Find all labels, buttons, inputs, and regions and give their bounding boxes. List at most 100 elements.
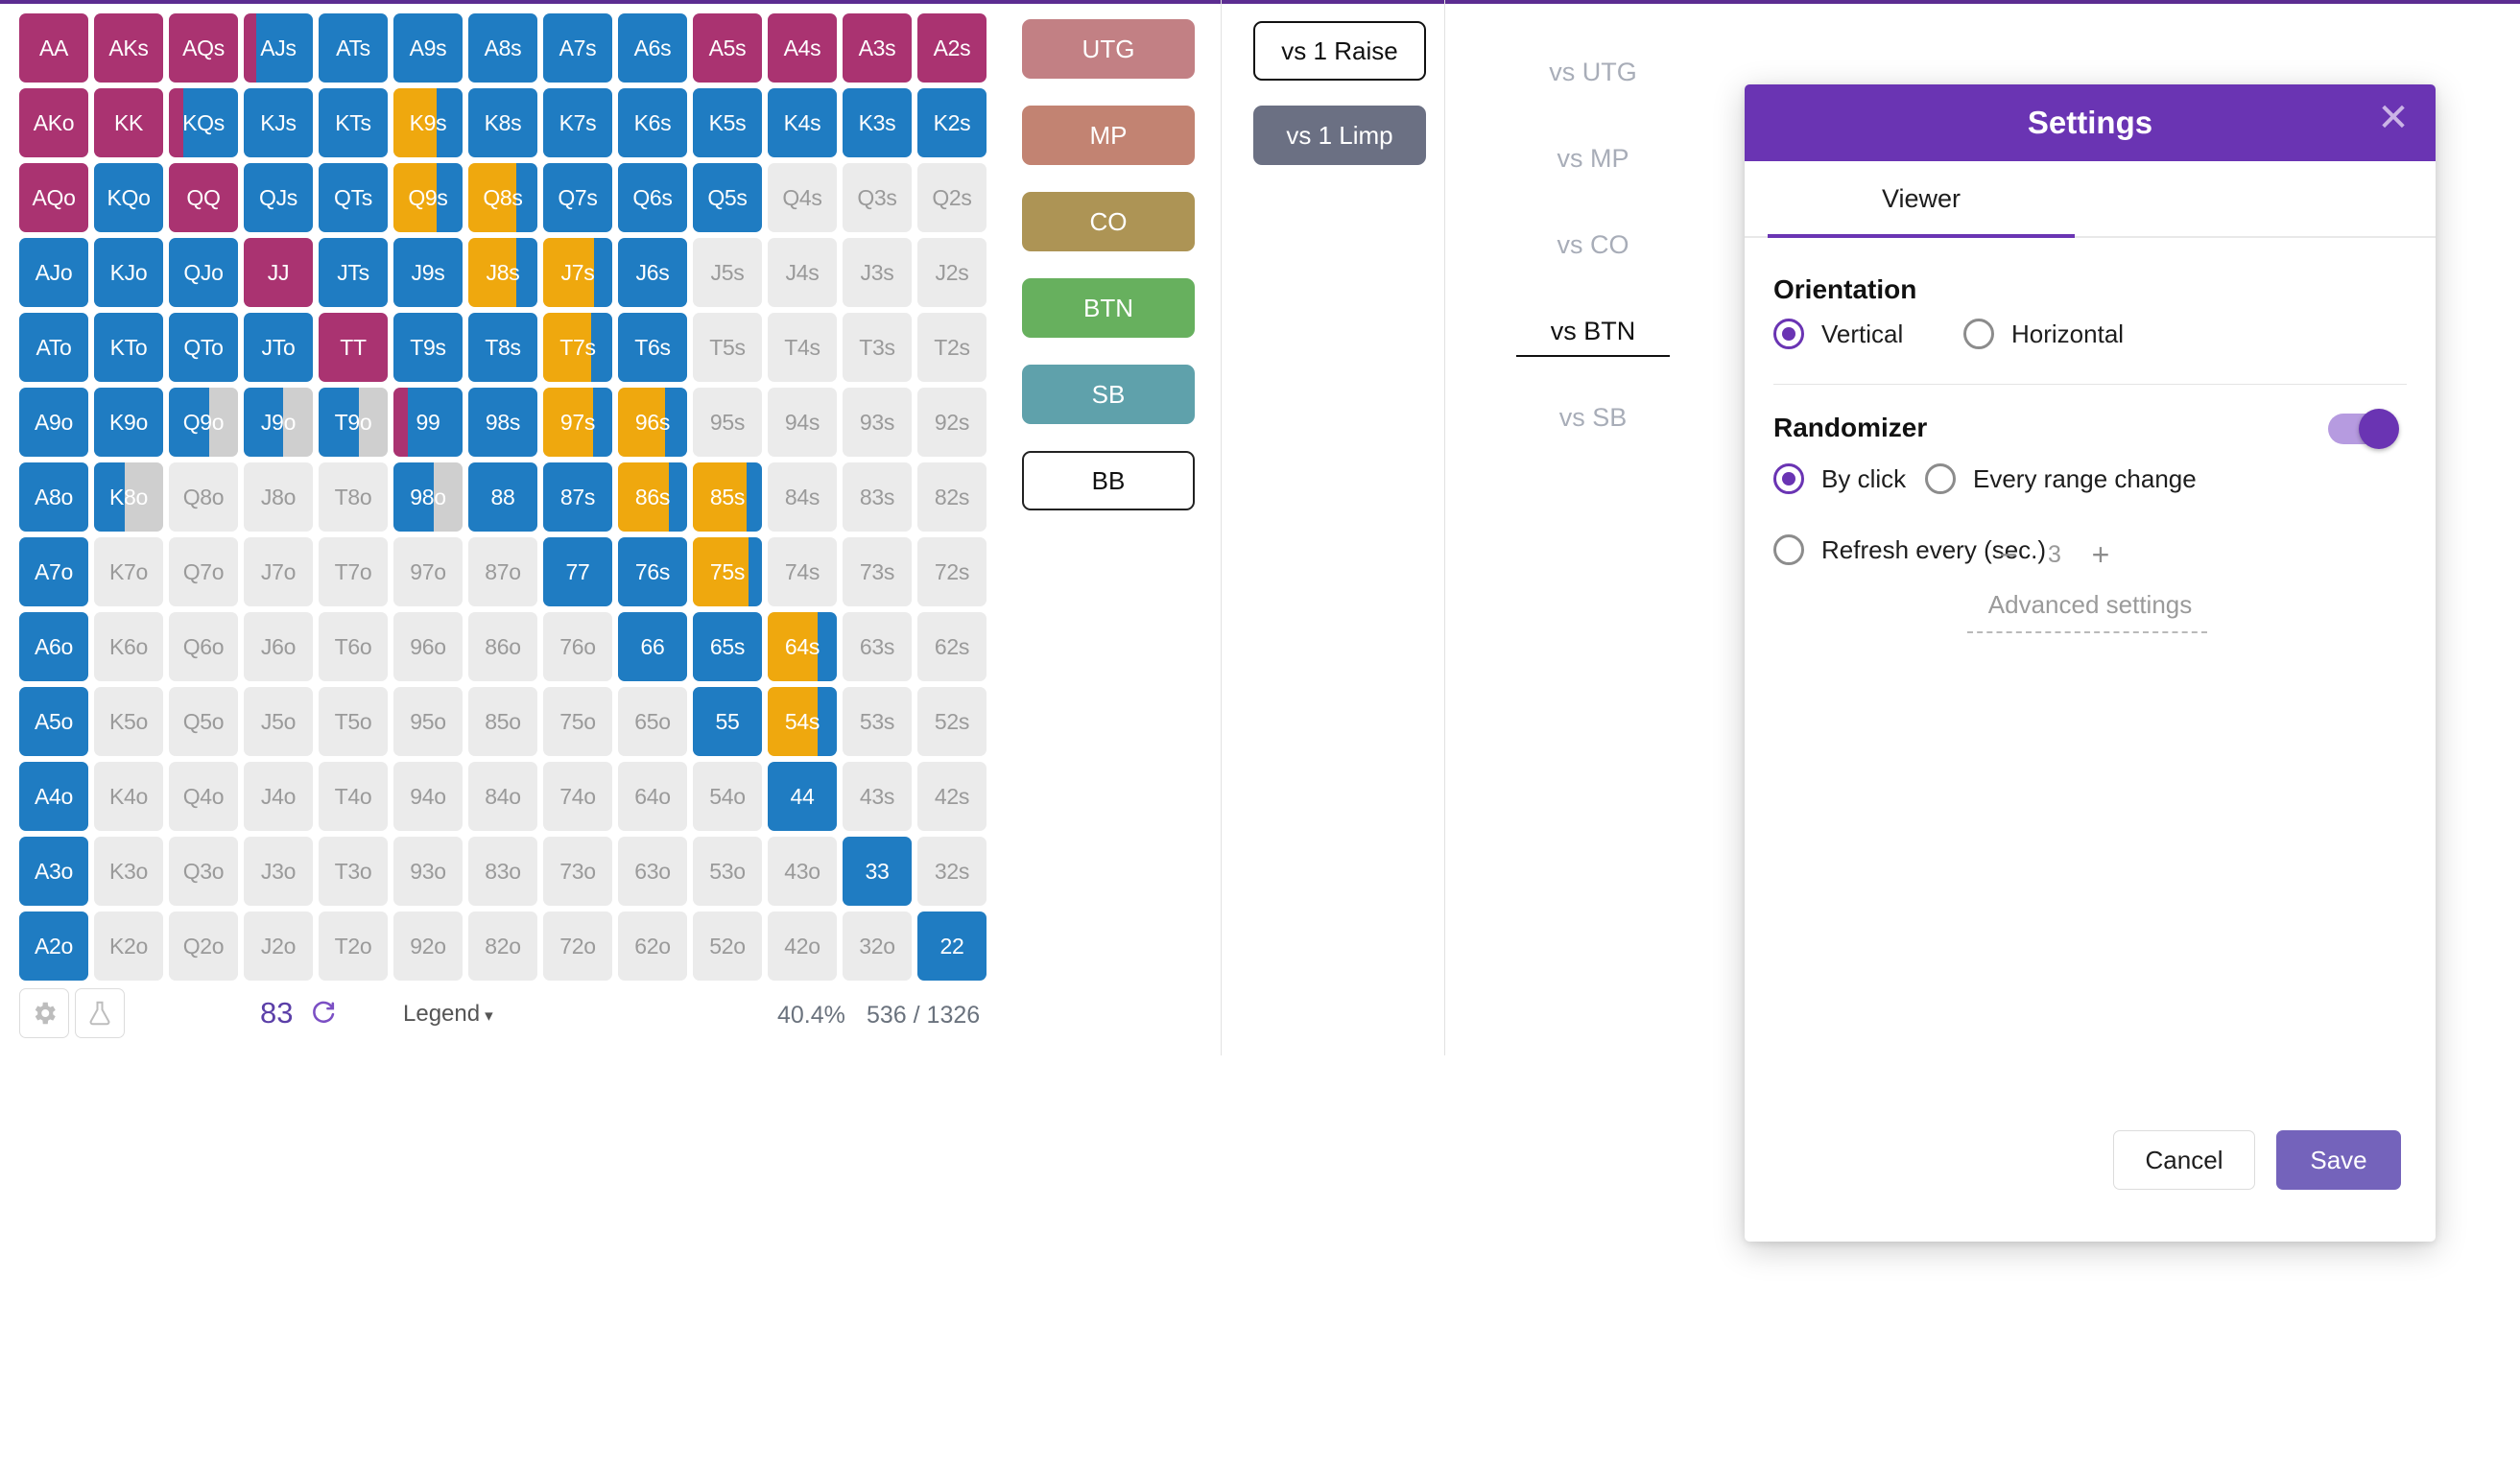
hand-cell-KK[interactable]: KK [94, 88, 163, 157]
vs-option-vs-mp[interactable]: vs MP [1497, 115, 1689, 201]
hand-cell-T9o[interactable]: T9o [319, 388, 388, 457]
vs-option-vs-co[interactable]: vs CO [1497, 201, 1689, 288]
hand-cell-J3o[interactable]: J3o [244, 837, 313, 906]
hand-cell-22[interactable]: 22 [917, 912, 987, 981]
hand-cell-66[interactable]: 66 [618, 612, 687, 681]
hand-cell-KJo[interactable]: KJo [94, 238, 163, 307]
hand-cell-T9s[interactable]: T9s [393, 313, 463, 382]
hand-cell-85o[interactable]: 85o [468, 687, 537, 756]
flask-icon[interactable] [75, 988, 125, 1038]
hand-cell-64s[interactable]: 64s [768, 612, 837, 681]
hand-cell-AKo[interactable]: AKo [19, 88, 88, 157]
hand-cell-93o[interactable]: 93o [393, 837, 463, 906]
hand-cell-Q6o[interactable]: Q6o [169, 612, 238, 681]
hand-cell-AA[interactable]: AA [19, 13, 88, 83]
hand-cell-Q7o[interactable]: Q7o [169, 537, 238, 606]
hand-cell-72o[interactable]: 72o [543, 912, 612, 981]
radio-orientation-horizontal[interactable]: Horizontal [1963, 319, 2124, 349]
hand-cell-KQs[interactable]: KQs [169, 88, 238, 157]
hand-cell-ATo[interactable]: ATo [19, 313, 88, 382]
action-button-vs-1-raise[interactable]: vs 1 Raise [1253, 21, 1426, 81]
hand-cell-Q9s[interactable]: Q9s [393, 163, 463, 232]
hand-cell-43o[interactable]: 43o [768, 837, 837, 906]
hand-cell-TT[interactable]: TT [319, 313, 388, 382]
hand-cell-A5o[interactable]: A5o [19, 687, 88, 756]
cancel-button[interactable]: Cancel [2113, 1130, 2255, 1190]
position-button-co[interactable]: CO [1022, 192, 1195, 251]
hand-cell-JTo[interactable]: JTo [244, 313, 313, 382]
hand-cell-96s[interactable]: 96s [618, 388, 687, 457]
hand-cell-T8o[interactable]: T8o [319, 462, 388, 532]
hand-cell-Q4o[interactable]: Q4o [169, 762, 238, 831]
hand-cell-63s[interactable]: 63s [843, 612, 912, 681]
hand-cell-63o[interactable]: 63o [618, 837, 687, 906]
hand-cell-Q4s[interactable]: Q4s [768, 163, 837, 232]
hand-cell-QTs[interactable]: QTs [319, 163, 388, 232]
hand-cell-K9s[interactable]: K9s [393, 88, 463, 157]
hand-cell-T2o[interactable]: T2o [319, 912, 388, 981]
hand-cell-76s[interactable]: 76s [618, 537, 687, 606]
hand-cell-K2s[interactable]: K2s [917, 88, 987, 157]
hand-cell-62s[interactable]: 62s [917, 612, 987, 681]
hand-cell-76o[interactable]: 76o [543, 612, 612, 681]
hand-cell-62o[interactable]: 62o [618, 912, 687, 981]
hand-cell-33[interactable]: 33 [843, 837, 912, 906]
hand-cell-T3o[interactable]: T3o [319, 837, 388, 906]
hand-cell-Q5o[interactable]: Q5o [169, 687, 238, 756]
hand-cell-K9o[interactable]: K9o [94, 388, 163, 457]
hand-cell-K7s[interactable]: K7s [543, 88, 612, 157]
hand-cell-K5s[interactable]: K5s [693, 88, 762, 157]
hand-cell-74o[interactable]: 74o [543, 762, 612, 831]
hand-cell-J8s[interactable]: J8s [468, 238, 537, 307]
hand-cell-82o[interactable]: 82o [468, 912, 537, 981]
hand-cell-96o[interactable]: 96o [393, 612, 463, 681]
hand-cell-Q3s[interactable]: Q3s [843, 163, 912, 232]
save-button[interactable]: Save [2276, 1130, 2401, 1190]
hand-cell-T5s[interactable]: T5s [693, 313, 762, 382]
hand-cell-J5o[interactable]: J5o [244, 687, 313, 756]
radio-orientation-vertical[interactable]: Vertical [1773, 319, 1903, 349]
hand-cell-Q7s[interactable]: Q7s [543, 163, 612, 232]
hand-cell-T8s[interactable]: T8s [468, 313, 537, 382]
hand-cell-J9o[interactable]: J9o [244, 388, 313, 457]
hand-cell-T7o[interactable]: T7o [319, 537, 388, 606]
hand-cell-T7s[interactable]: T7s [543, 313, 612, 382]
hand-cell-T6s[interactable]: T6s [618, 313, 687, 382]
hand-cell-72s[interactable]: 72s [917, 537, 987, 606]
hand-cell-97s[interactable]: 97s [543, 388, 612, 457]
hand-cell-J4o[interactable]: J4o [244, 762, 313, 831]
hand-cell-Q8s[interactable]: Q8s [468, 163, 537, 232]
hand-cell-55[interactable]: 55 [693, 687, 762, 756]
hand-cell-A8o[interactable]: A8o [19, 462, 88, 532]
hand-cell-53s[interactable]: 53s [843, 687, 912, 756]
hand-cell-92s[interactable]: 92s [917, 388, 987, 457]
hand-cell-54s[interactable]: 54s [768, 687, 837, 756]
stepper-decrement-button[interactable]: − [1987, 533, 2030, 576]
hand-cell-77[interactable]: 77 [543, 537, 612, 606]
position-button-btn[interactable]: BTN [1022, 278, 1195, 338]
hand-cell-65s[interactable]: 65s [693, 612, 762, 681]
hand-cell-73o[interactable]: 73o [543, 837, 612, 906]
position-button-utg[interactable]: UTG [1022, 19, 1195, 79]
hand-cell-AQo[interactable]: AQo [19, 163, 88, 232]
hand-cell-99[interactable]: 99 [393, 388, 463, 457]
hand-cell-J5s[interactable]: J5s [693, 238, 762, 307]
radio-randomizer-every-range-change[interactable]: Every range change [1925, 463, 2197, 494]
hand-cell-Q5s[interactable]: Q5s [693, 163, 762, 232]
hand-cell-AJs[interactable]: AJs [244, 13, 313, 83]
hand-cell-75o[interactable]: 75o [543, 687, 612, 756]
hand-cell-75s[interactable]: 75s [693, 537, 762, 606]
hand-cell-QJs[interactable]: QJs [244, 163, 313, 232]
hand-cell-85s[interactable]: 85s [693, 462, 762, 532]
hand-cell-ATs[interactable]: ATs [319, 13, 388, 83]
hand-cell-J7s[interactable]: J7s [543, 238, 612, 307]
hand-cell-42s[interactable]: 42s [917, 762, 987, 831]
vs-option-vs-utg[interactable]: vs UTG [1497, 29, 1689, 115]
hand-cell-KTs[interactable]: KTs [319, 88, 388, 157]
hand-cell-Q3o[interactable]: Q3o [169, 837, 238, 906]
hand-cell-87o[interactable]: 87o [468, 537, 537, 606]
hand-cell-97o[interactable]: 97o [393, 537, 463, 606]
hand-cell-43s[interactable]: 43s [843, 762, 912, 831]
hand-cell-Q8o[interactable]: Q8o [169, 462, 238, 532]
hand-cell-A7s[interactable]: A7s [543, 13, 612, 83]
